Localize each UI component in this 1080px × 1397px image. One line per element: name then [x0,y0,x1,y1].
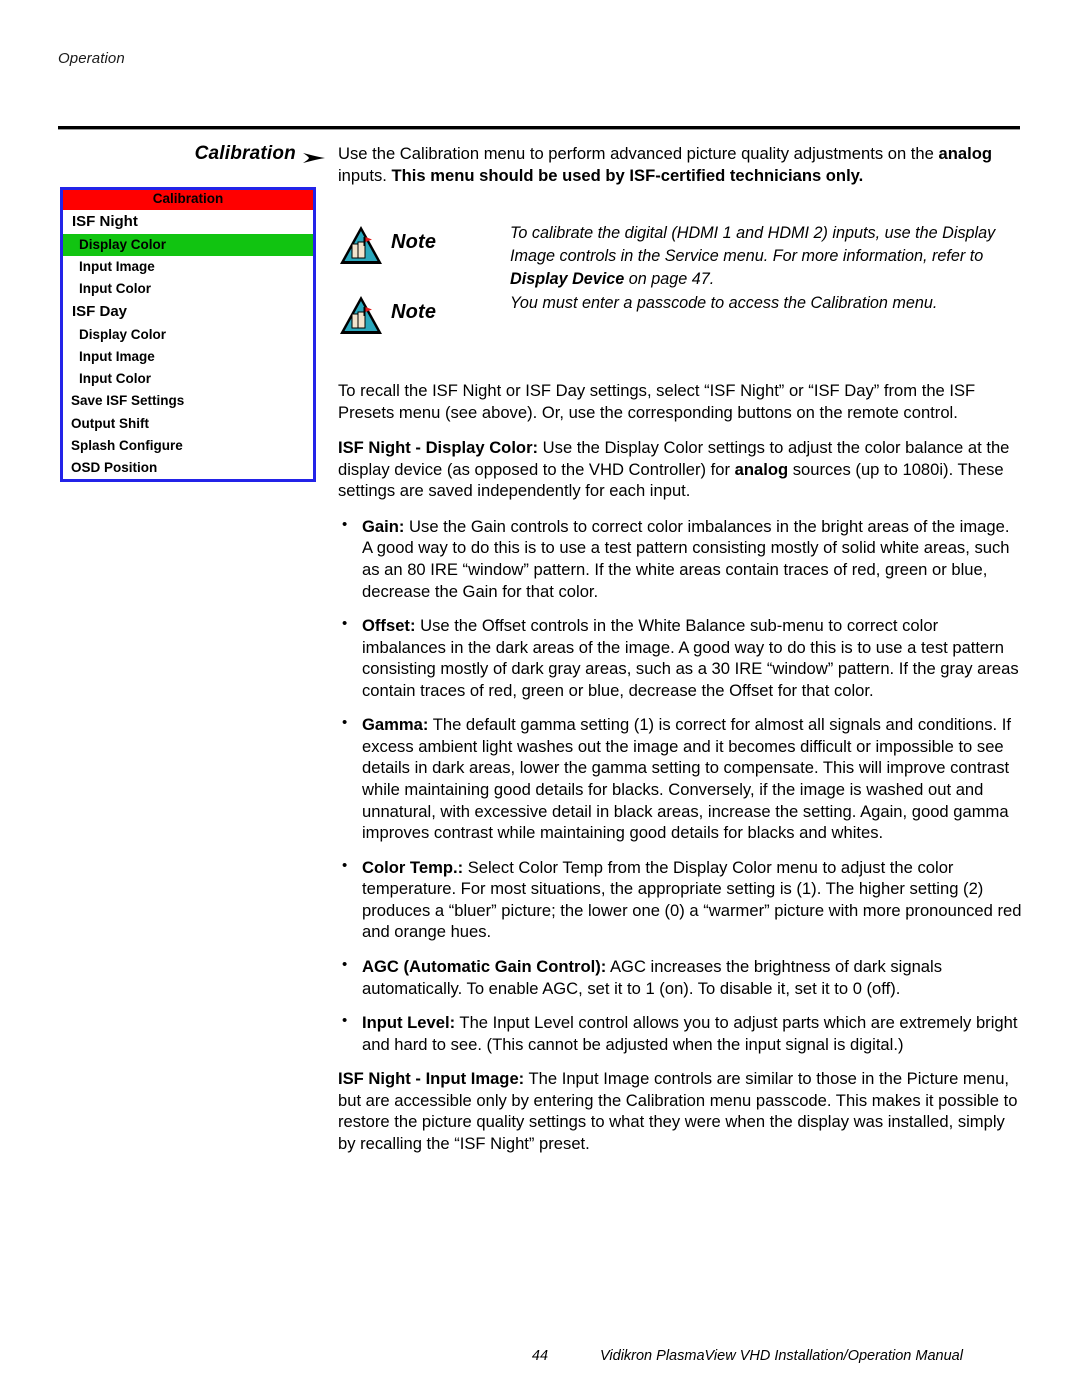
osd-menu-item[interactable]: Display Color [63,233,313,256]
setting-bullet-item: Offset: Use the Offset controls in the W… [338,614,1022,701]
note-1-part-2: on page 47. [624,270,715,288]
note-1-part-1: To calibrate the digital (HDMI 1 and HDM… [510,224,996,265]
osd-menu-item[interactable]: Output Shift [63,413,313,435]
osd-menu-title: Calibration [63,190,313,210]
intro-bold-analog: analog [938,144,992,163]
note-badge-2: Note [338,292,510,336]
osd-menu-item[interactable]: ISF Day [63,300,313,324]
osd-menu-item[interactable]: Input Image [63,346,313,368]
section-label: Calibration [194,143,296,164]
osd-menu-item[interactable]: Save ISF Settings [63,390,313,412]
note-text-2: You must enter a passcode to access the … [510,292,1022,315]
osd-menu-list: ISF Night Display Color Input Image Input C… [63,210,313,479]
display-color-paragraph: ISF Night - Display Color: Use the Displ… [338,437,1022,502]
osd-calibration-menu[interactable]: Calibration ISF Night Display Color Input … [60,187,316,483]
bullet-term: Gain: [362,516,405,536]
note-badge-1: Note [338,222,510,266]
settings-bullet-list: Gain: Use the Gain controls to correct c… [338,515,1022,1055]
bullet-term: Color Temp.: [362,857,464,877]
setting-bullet-item: Gamma: The default gamma setting (1) is … [338,713,1022,843]
bullet-description: The Input Level control allows you to ad… [362,1013,1018,1054]
running-head: Operation [58,50,125,67]
bullet-description: The default gamma setting (1) is correct… [362,715,1011,843]
osd-menu-item[interactable]: Input Color [63,368,313,390]
note-block-1: Note To calibrate the digital (HDMI 1 an… [338,222,1022,291]
display-color-bold-analog: analog [734,459,789,479]
note-text-1: To calibrate the digital (HDMI 1 and HDM… [510,222,1022,291]
right-arrow-icon [303,153,325,163]
intro-paragraph: Use the Calibration menu to perform adva… [338,143,1022,186]
main-body: To recall the ISF Night or ISF Day setti… [338,380,1022,1168]
bullet-description: Use the Gain controls to correct color i… [362,516,1010,601]
bullet-term: Input Level: [362,1013,456,1033]
osd-menu-item[interactable]: Input Color [63,278,313,300]
bullet-term: Gamma: [362,715,429,735]
intro-bold-warning: This menu should be used by ISF-certifie… [391,165,864,185]
input-image-heading: ISF Night - Input Image: [338,1069,525,1089]
note-label-2: Note [391,301,437,323]
osd-menu-item[interactable]: Input Image [63,256,313,278]
footer-manual-title: Vidikron PlasmaView VHD Installation/Ope… [600,1348,963,1364]
setting-bullet-item: Input Level: The Input Level control all… [338,1011,1022,1055]
osd-menu-item[interactable]: ISF Night [63,210,313,234]
setting-bullet-item: Gain: Use the Gain controls to correct c… [338,515,1022,602]
note-warning-icon [340,226,382,264]
header-divider [58,126,1020,130]
intro-text-1: Use the Calibration menu to perform adva… [338,144,939,163]
recall-paragraph: To recall the ISF Night or ISF Day setti… [338,381,976,422]
setting-bullet-item: Color Temp.: Select Color Temp from the … [338,856,1022,943]
display-color-heading: ISF Night - Display Color: [338,438,539,458]
intro-text-2: inputs. [338,165,392,185]
osd-menu-item[interactable]: Display Color [63,324,313,346]
osd-menu-item[interactable]: OSD Position [63,457,313,479]
note-label-1: Note [391,231,437,253]
input-image-paragraph: ISF Night - Input Image: The Input Image… [338,1068,1022,1154]
setting-bullet-item: AGC (Automatic Gain Control): AGC increa… [338,955,1022,999]
bullet-description: Use the Offset controls in the White Bal… [362,616,1019,700]
note-warning-icon [340,296,382,334]
content-column: Use the Calibration menu to perform adva… [338,143,1022,200]
note-2-part-1: You must enter a passcode to access the … [510,294,938,312]
note-1-bold: Display Device [510,270,625,288]
osd-menu-item[interactable]: Splash Configure [63,435,313,457]
bullet-term: AGC (Automatic Gain Control): [362,956,607,976]
bullet-term: Offset: [362,616,416,636]
note-block-2: Note You must enter a passcode to access… [338,292,1022,336]
